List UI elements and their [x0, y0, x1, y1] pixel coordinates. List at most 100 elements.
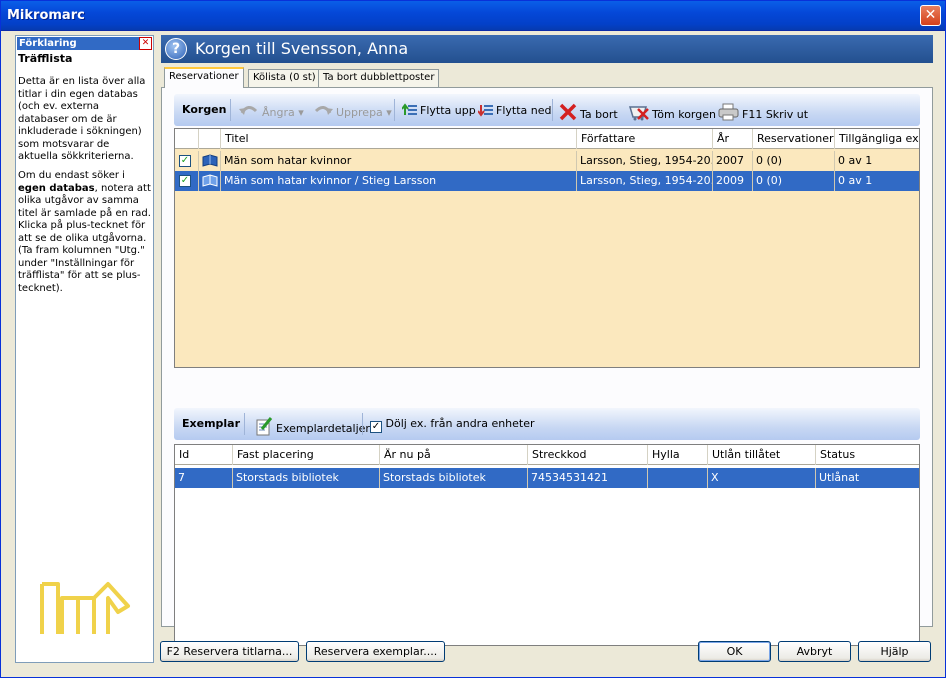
help-paragraph-1: Detta är en lista över alla titlar i din…: [18, 76, 146, 162]
help-subtitle: Träfflista: [18, 52, 73, 65]
id-cell: 7: [175, 468, 233, 488]
help-paragraph-2-post: , notera att olika utgåvor av samma tite…: [18, 182, 151, 294]
reserve-copies-button[interactable]: Reservera exemplar....: [306, 641, 445, 662]
title-bar[interactable]: Mikromarc ✕: [1, 1, 945, 31]
current-location-cell: Storstads bibliotek: [380, 468, 528, 488]
column-header-year[interactable]: År: [713, 129, 753, 149]
table-row[interactable]: ✓ Män som hatar kvinnor Larsson, Stieg, …: [175, 151, 919, 171]
fixed-location-cell: Storstads bibliotek: [233, 468, 380, 488]
row-checkbox[interactable]: ✓: [179, 155, 191, 167]
move-down-button[interactable]: Flytta ned: [478, 103, 551, 117]
column-header-current-location[interactable]: Är nu på: [380, 445, 528, 465]
copy-details-label: Exemplardetaljer: [276, 422, 370, 435]
ok-button[interactable]: OK: [698, 641, 771, 662]
move-up-icon: [402, 103, 417, 115]
column-header-reservations[interactable]: Reservationer: [753, 129, 835, 149]
undo-button[interactable]: Ångra ▾: [238, 103, 304, 119]
column-header-shelf[interactable]: Hylla: [648, 445, 708, 465]
help-panel-title: Förklaring: [19, 38, 77, 49]
row-checkbox-cell[interactable]: ✓: [175, 151, 199, 171]
tab-remove-duplicates[interactable]: Ta bort dubblettposter: [318, 69, 440, 87]
hide-other-units-label: Dölj ex. från andra enheter: [385, 417, 535, 430]
author-cell: Larsson, Stieg, 1954-20...: [577, 151, 713, 171]
copies-toolbar-label: Exemplar: [182, 417, 241, 430]
available-cell: 0 av 1: [835, 151, 919, 171]
toolbar-separator: [230, 99, 231, 121]
table-row[interactable]: 7 Storstads bibliotek Storstads bibliote…: [175, 468, 919, 488]
delete-x-icon: [559, 103, 577, 121]
mikromarc-logo-icon: [40, 582, 130, 634]
main-window: Mikromarc ✕ Förklaring ✕ Träfflista Dett…: [0, 0, 946, 678]
row-checkbox-cell[interactable]: ✓: [175, 171, 199, 191]
help-close-icon[interactable]: ✕: [139, 37, 152, 50]
column-header-author[interactable]: Författare: [577, 129, 713, 149]
checkbox-column-header: [175, 129, 199, 149]
delete-button[interactable]: Ta bort: [558, 103, 618, 121]
column-header-id[interactable]: Id: [175, 445, 233, 465]
window-title: Mikromarc: [7, 8, 85, 23]
print-label: F11 Skriv ut: [742, 108, 809, 121]
move-up-button[interactable]: Flytta upp: [402, 103, 476, 117]
window-close-button[interactable]: ✕: [920, 5, 941, 26]
book-icon-cell: [199, 151, 221, 171]
column-header-barcode[interactable]: Streckkod: [528, 445, 648, 465]
copy-details-button[interactable]: Exemplardetaljer: [254, 417, 370, 437]
column-header-title[interactable]: Titel: [221, 129, 577, 149]
book-icon: [202, 174, 218, 187]
help-paragraph-2-bold: egen databas: [18, 182, 95, 194]
print-button[interactable]: F11 Skriv ut: [718, 103, 808, 121]
copy-details-icon: [256, 417, 273, 436]
printer-icon: [718, 103, 739, 121]
icon-column-header: [199, 129, 221, 149]
copies-table: Id Fast placering Är nu på Streckkod Hyl…: [174, 444, 920, 646]
empty-basket-button[interactable]: Töm korgen: [628, 103, 716, 121]
book-icon-cell: [199, 171, 221, 191]
help-button[interactable]: Hjälp: [858, 641, 931, 662]
year-cell: 2009: [713, 171, 753, 191]
tab-queue[interactable]: Kölista (0 st): [248, 69, 321, 87]
status-cell: Utlånat: [816, 468, 919, 488]
row-checkbox[interactable]: ✓: [179, 175, 191, 187]
copies-toolbar: Exemplar Exemplardetaljer ✓ Dölj ex. frå…: [174, 408, 920, 440]
move-up-label: Flytta upp: [420, 104, 476, 117]
column-header-fixed-location[interactable]: Fast placering: [233, 445, 380, 465]
toolbar-separator: [362, 413, 363, 435]
basket-table-header: Titel Författare År Reservationer Tillgä…: [175, 129, 919, 149]
undo-label: Ångra: [262, 106, 295, 119]
undo-icon: [239, 106, 258, 115]
help-panel-header: Förklaring ✕: [17, 37, 152, 50]
basket-toolbar-label: Korgen: [182, 103, 227, 116]
author-cell: Larsson, Stieg, 1954-20...: [577, 171, 713, 191]
reserve-titles-button[interactable]: F2 Reservera titlarna...: [160, 641, 299, 662]
shelf-cell: [648, 468, 708, 488]
redo-icon: [314, 106, 333, 115]
reservations-cell: 0 (0): [753, 151, 835, 171]
empty-basket-icon: [628, 106, 649, 121]
loan-allowed-cell: X: [708, 468, 816, 488]
table-row[interactable]: ✓ Män som hatar kvinnor / Stieg Larsson …: [175, 171, 919, 191]
title-cell: Män som hatar kvinnor: [221, 151, 577, 171]
book-icon: [202, 154, 218, 167]
hide-other-units-check-icon[interactable]: ✓: [370, 421, 382, 433]
basket-toolbar: Korgen Ångra ▾ Upprepa ▾ Flytta upp Flyt…: [174, 94, 920, 126]
empty-basket-label: Töm korgen: [652, 108, 716, 121]
column-header-loan-allowed[interactable]: Utlån tillåtet: [708, 445, 816, 465]
hide-other-units-checkbox[interactable]: ✓ Dölj ex. från andra enheter: [370, 417, 535, 433]
redo-button[interactable]: Upprepa ▾: [312, 103, 392, 119]
toolbar-separator: [394, 99, 395, 121]
barcode-cell: 74534531421: [528, 468, 648, 488]
move-down-icon: [478, 105, 493, 117]
column-header-status[interactable]: Status: [816, 445, 919, 465]
help-paragraph-2: Om du endast söker i egen databas, noter…: [18, 170, 151, 295]
reservations-panel: Korgen Ångra ▾ Upprepa ▾ Flytta upp Flyt…: [161, 87, 933, 646]
help-panel: Förklaring ✕ Träfflista Detta är en list…: [15, 35, 154, 663]
column-header-available[interactable]: Tillgängliga ex.: [835, 129, 919, 149]
help-icon[interactable]: ?: [165, 38, 187, 60]
help-paragraph-2-pre: Om du endast söker i: [18, 170, 125, 181]
tab-reservations[interactable]: Reservationer: [164, 67, 244, 88]
client-area: Förklaring ✕ Träfflista Detta är en list…: [5, 31, 941, 675]
copies-table-header: Id Fast placering Är nu på Streckkod Hyl…: [175, 445, 919, 465]
page-title: Korgen till Svensson, Anna: [195, 39, 409, 58]
basket-table: Titel Författare År Reservationer Tillgä…: [174, 128, 920, 368]
cancel-button[interactable]: Avbryt: [778, 641, 851, 662]
